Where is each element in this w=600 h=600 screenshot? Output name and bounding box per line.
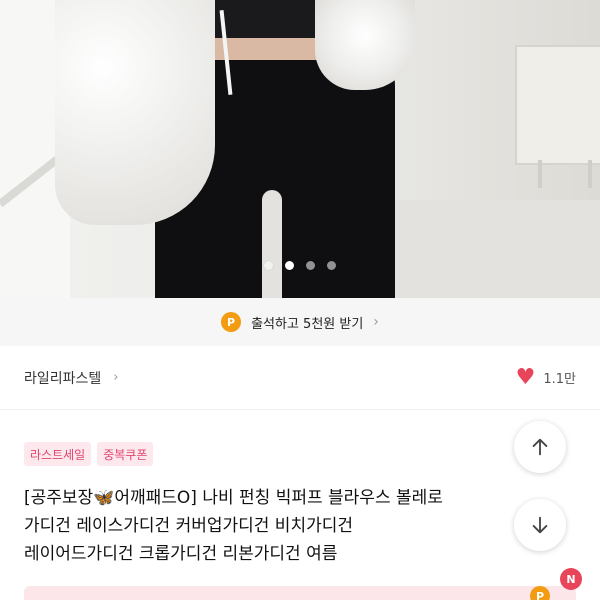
product-title-line: 레이어드가디건 크롭가디건 리본가디건 여름 (24, 544, 338, 564)
photo-bg-cabinet-leg (588, 160, 592, 188)
seller-name[interactable]: 라일리파스텔 (24, 368, 101, 388)
carousel-dot[interactable] (306, 260, 315, 270)
like-count: 1.1만 (543, 372, 576, 387)
arrow-up-icon (532, 438, 548, 456)
heart-icon[interactable]: ♥ (516, 366, 536, 389)
photo-lace-sleeve-right (315, 0, 415, 90)
attendance-label: 출석하고 5천원 받기 (251, 316, 364, 332)
product-tags: 라스트세일 중복쿠폰 (24, 442, 154, 466)
arrow-down-icon (532, 516, 548, 534)
scroll-up-button[interactable] (514, 421, 566, 473)
carousel-dot-active[interactable] (285, 260, 294, 270)
coupon-banner[interactable] (24, 586, 576, 600)
carousel-dot[interactable] (327, 260, 336, 270)
seller-row[interactable]: 라일리파스텔 › ♥ 1.1만 (0, 346, 600, 410)
notification-badge[interactable]: N (560, 568, 582, 590)
photo-bg-cabinet (515, 45, 600, 165)
product-title-line: [공주보장🦋어깨패드O] 나비 펀칭 빅퍼프 블라우스 볼레로 (24, 488, 443, 508)
tag-last-sale: 라스트세일 (24, 442, 92, 466)
like-button[interactable]: ♥ 1.1만 (516, 366, 576, 389)
product-title: [공주보장🦋어깨패드O] 나비 펀칭 빅퍼프 블라우스 볼레로 가디건 레이스가… (24, 484, 584, 568)
product-page: P 출석하고 5천원 받기 › 라일리파스텔 › ♥ 1.1만 라스트세일 중복… (0, 0, 600, 600)
carousel-dot[interactable] (264, 260, 273, 270)
point-icon[interactable]: P (530, 586, 550, 600)
carousel-pagination (0, 258, 600, 272)
scroll-down-button[interactable] (514, 499, 566, 551)
photo-model-pants-gap (262, 190, 282, 298)
photo-lace-sleeve-left (55, 0, 215, 225)
chevron-right-icon: › (373, 314, 379, 330)
product-image-carousel[interactable] (0, 0, 600, 298)
point-icon: P (221, 312, 242, 332)
chevron-right-icon: › (113, 370, 119, 385)
tag-duplicate-coupon: 중복쿠폰 (97, 442, 154, 466)
attendance-banner[interactable]: P 출석하고 5천원 받기 › (0, 298, 600, 346)
product-title-line: 가디건 레이스가디건 커버업가디건 비치가디건 (24, 516, 354, 536)
photo-bg-cabinet-leg (538, 160, 542, 188)
